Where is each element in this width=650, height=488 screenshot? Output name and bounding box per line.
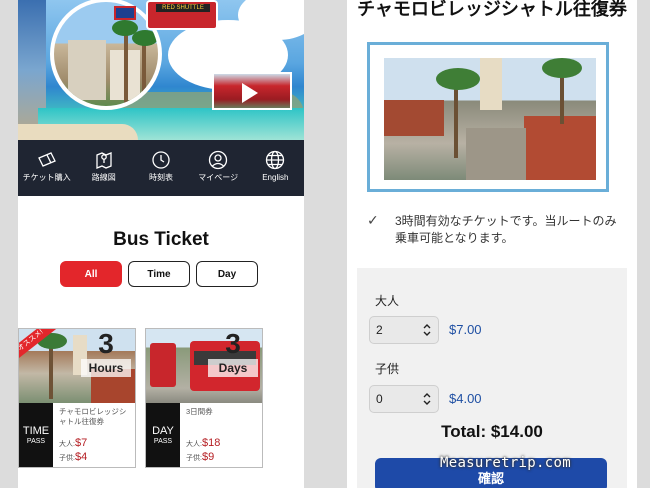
ticket-card-day-pass[interactable]: 3 Days DAY PASS 3日間券 大人:$18 子供:$9 <box>145 328 263 468</box>
hero-bus-image: RED SHUTTLE <box>146 0 218 30</box>
photo-palm-leaves <box>542 58 582 78</box>
globe-icon <box>266 150 285 170</box>
guam-flag <box>114 6 136 20</box>
bus-sign: RED SHUTTLE <box>156 4 210 12</box>
card-prices: 大人:$7 子供:$4 <box>59 437 87 465</box>
nav-label: 時刻表 <box>148 173 173 182</box>
adult-label: 大人 <box>375 294 400 308</box>
child-label: 子供: <box>59 455 75 462</box>
filter-time-button[interactable]: Time <box>128 261 190 287</box>
hotel-tower <box>68 40 106 100</box>
duration-unit: Days <box>208 359 258 377</box>
user-icon <box>209 150 228 170</box>
palm-trunk <box>124 28 128 106</box>
clock-icon <box>152 151 170 169</box>
ticket-detail-title: チャモロビレッジシャトル往復券 <box>357 0 627 19</box>
nav-label: マイページ <box>198 173 239 182</box>
ticket-card-time-pass[interactable]: オススメ! 3 Hours TIME PASS チャモロビレッジシャトル往復券 … <box>18 328 136 468</box>
adult-price: $7.00 <box>449 322 482 337</box>
child-quantity-select[interactable]: 0 <box>369 385 439 413</box>
photo-palm-leaves <box>436 68 480 90</box>
video-thumbnail[interactable] <box>212 72 292 110</box>
child-price: $9 <box>201 451 215 463</box>
nav-bar: チケット購入 路線図 時刻表 マイページ English <box>18 140 304 196</box>
nav-item-ticket-purchase[interactable]: チケット購入 <box>20 150 74 182</box>
child-label: 子供: <box>186 455 202 462</box>
palm-trunk <box>142 38 146 106</box>
card-name: 3日間券 <box>186 407 213 416</box>
pass-badge: DAY PASS <box>146 403 180 467</box>
child-price: $4.00 <box>449 391 482 406</box>
nav-label: 路線図 <box>91 173 116 182</box>
pass-kind: DAY <box>152 425 174 437</box>
nav-item-timetable[interactable]: 時刻表 <box>134 150 188 182</box>
photo-tower <box>480 58 502 110</box>
child-quantity-value: 0 <box>376 392 383 406</box>
child-label: 子供 <box>375 362 400 376</box>
ticket-description: 3時間有効なチケットです。当ルートのみ乗車可能となります。 <box>395 214 617 245</box>
photo-roof-left <box>384 100 444 136</box>
check-icon: ✓ <box>367 212 379 228</box>
card-duration: 3 Days <box>208 329 258 377</box>
pass-badge: TIME PASS <box>19 403 53 467</box>
duration-unit: Hours <box>81 359 131 377</box>
nav-label: チケット購入 <box>22 173 71 182</box>
pass-sub: PASS <box>153 438 173 445</box>
photo-bus-left <box>150 343 176 387</box>
filter-group: All Time Day <box>60 261 258 287</box>
duration-number: 3 <box>98 328 114 359</box>
filter-day-button[interactable]: Day <box>196 261 258 287</box>
card-name: チャモロビレッジシャトル往復券 <box>59 407 127 426</box>
duration-number: 3 <box>225 328 241 359</box>
select-chevron-icon <box>423 393 431 405</box>
ticket-icon <box>37 152 56 167</box>
watermark: Measuretrip.com <box>440 455 571 471</box>
card-prices: 大人:$18 子供:$9 <box>186 437 220 465</box>
total-price: Total: $14.00 <box>441 422 543 441</box>
map-icon <box>96 152 112 169</box>
section-title: Bus Ticket <box>113 229 209 250</box>
pass-kind: TIME <box>22 425 50 437</box>
right-screen: チャモロビレッジシャトル往復券 ✓ 3時間有効なチケットです。当ルートのみ乗車可… <box>347 0 637 488</box>
adult-price: $7 <box>74 437 88 449</box>
nav-item-mypage[interactable]: マイページ <box>191 150 245 182</box>
ticket-photo-frame <box>367 42 609 192</box>
photo-walkway <box>466 128 526 180</box>
photo-roof-right <box>524 116 596 180</box>
card-duration: 3 Hours <box>81 329 131 377</box>
adult-price: $18 <box>201 437 221 449</box>
chamorro-village-photo <box>384 58 596 180</box>
nav-item-route-map[interactable]: 路線図 <box>77 150 131 182</box>
nav-item-english[interactable]: English <box>248 150 302 182</box>
adult-quantity-select[interactable]: 2 <box>369 316 439 344</box>
filter-all-button[interactable]: All <box>60 261 122 287</box>
nav-label: English <box>262 173 289 182</box>
photo-palm <box>454 78 458 158</box>
child-price: $4 <box>74 451 88 463</box>
adult-label: 大人: <box>59 441 75 448</box>
palm-leaves <box>132 30 158 46</box>
select-chevron-icon <box>423 324 431 336</box>
pass-sub: PASS <box>26 438 46 445</box>
hero-sand <box>18 124 138 140</box>
left-screen: RED SHUTTLE チケット購入 路線図 時刻表 マイページ English… <box>18 0 304 488</box>
adult-label: 大人: <box>186 441 202 448</box>
play-icon[interactable] <box>242 83 258 103</box>
hero-banner: RED SHUTTLE <box>18 0 304 140</box>
adult-quantity-value: 2 <box>376 323 383 337</box>
